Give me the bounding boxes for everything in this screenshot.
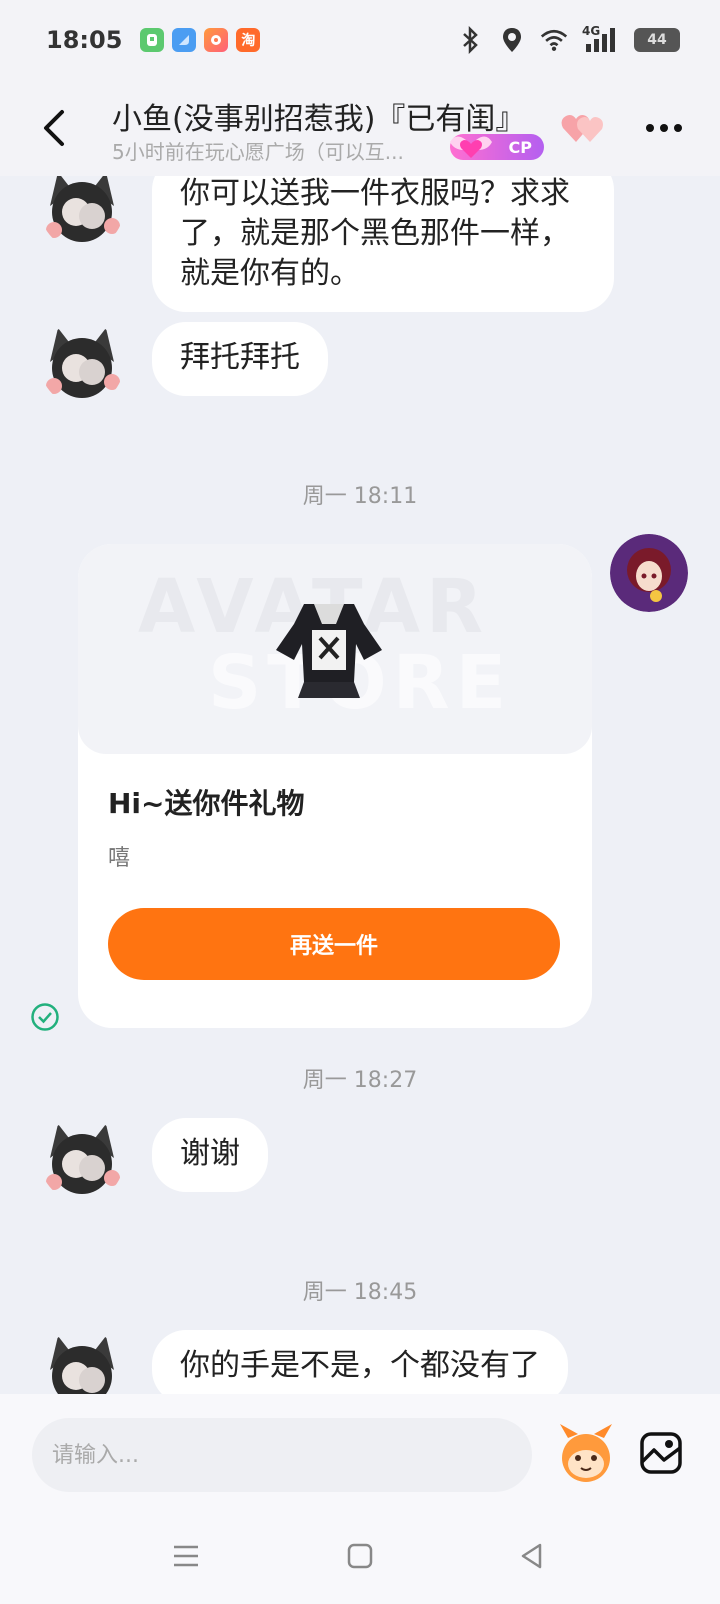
wifi-icon (540, 26, 568, 54)
app-blue-icon (172, 28, 197, 52)
more-options-button[interactable] (642, 116, 686, 140)
message-bubble[interactable]: 你可以送我一件衣服吗？求求 了，就是那个黑色那件一样， 就是你有的。 (152, 176, 614, 312)
winged-heart-icon (450, 136, 492, 158)
cp-badge[interactable]: CP (450, 134, 544, 160)
bluetooth-icon (456, 26, 484, 54)
location-icon (498, 26, 526, 54)
contact-avatar[interactable] (40, 1118, 124, 1202)
taobao-icon: 淘 (236, 28, 261, 52)
gift-preview[interactable]: AVATAR STORE (78, 544, 592, 754)
status-app-icons: 淘 (140, 28, 261, 52)
chat-header: 小鱼(没事别招惹我)『已有闺』 5小时前在玩心愿广场（可以互... CP (0, 80, 720, 176)
message-timestamp: 周一 18:27 (302, 1068, 418, 1093)
input-bar (0, 1394, 720, 1604)
message-bubble[interactable]: 你的手是不是，个都没有了 (152, 1330, 568, 1394)
status-time: 18:05 (46, 26, 123, 54)
chat-status-subtitle: 5小时前在玩心愿广场（可以互... (112, 140, 404, 164)
message-list[interactable]: 你可以送我一件衣服吗？求求 了，就是那个黑色那件一样， 就是你有的。 拜托拜托 … (0, 176, 720, 1394)
message-text-line: 了，就是那个黑色那件一样， (180, 216, 570, 251)
message-timestamp: 周一 18:45 (302, 1280, 418, 1305)
message-text: 你的手是不是，个都没有了 (180, 1348, 540, 1383)
signal-icon: 4G (582, 24, 620, 54)
my-avatar[interactable] (610, 534, 688, 612)
message-text: 谢谢 (180, 1136, 240, 1171)
app-colorful-icon (204, 28, 229, 52)
back-nav-icon[interactable] (514, 1538, 550, 1574)
system-indicators: 4G 44 (456, 24, 680, 54)
image-picker-icon[interactable] (638, 1430, 684, 1476)
message-text-line: 就是你有的。 (180, 256, 360, 291)
gift-card[interactable]: AVATAR STORE Hi~送你件礼物 嘻 再送一件 (78, 544, 592, 1028)
message-bubble[interactable]: 拜托拜托 (152, 322, 328, 396)
message-timestamp: 周一 18:11 (302, 484, 418, 509)
contact-avatar[interactable] (40, 176, 124, 250)
send-another-gift-button[interactable]: 再送一件 (108, 908, 560, 980)
sticker-emoji-button[interactable] (554, 1422, 618, 1486)
menu-nav-icon[interactable] (168, 1538, 204, 1574)
app-green-icon (140, 28, 165, 52)
network-type: 4G (582, 24, 601, 38)
contact-avatar[interactable] (40, 1330, 124, 1394)
gift-note: 嘻 (108, 846, 131, 871)
message-text-line: 你可以送我一件衣服吗？求求 (180, 176, 570, 211)
message-text: 拜托拜托 (180, 340, 300, 375)
home-nav-icon[interactable] (342, 1538, 378, 1574)
sent-check-icon (30, 1002, 60, 1032)
status-bar: 18:05 淘 4G 44 (0, 0, 720, 80)
gift-outfit-image (276, 604, 382, 698)
battery-indicator: 44 (634, 28, 680, 52)
contact-avatar[interactable] (40, 322, 124, 406)
cp-badge-label: CP (508, 137, 532, 157)
system-nav-bar (0, 1524, 720, 1584)
gift-title: Hi~送你件礼物 (108, 787, 305, 820)
message-bubble[interactable]: 谢谢 (152, 1118, 268, 1192)
message-input[interactable] (32, 1418, 532, 1492)
intimacy-hearts-icon[interactable] (560, 110, 606, 150)
back-button[interactable] (36, 106, 76, 150)
